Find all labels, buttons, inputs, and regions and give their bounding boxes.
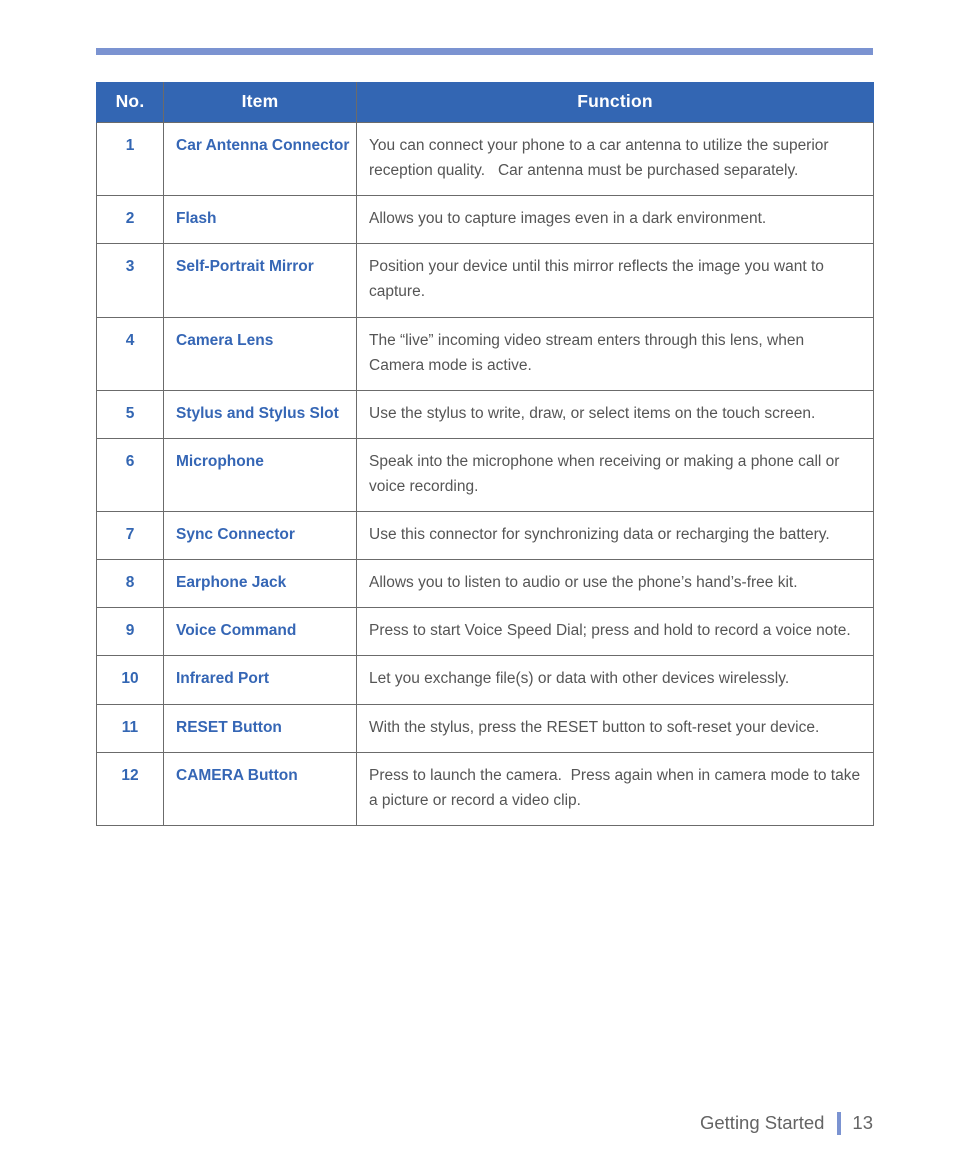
table-row: 2 Flash Allows you to capture images even … <box>96 195 874 244</box>
cell-function: Position your device until this mirror r… <box>356 243 874 318</box>
page-footer: Getting Started 13 <box>700 1108 873 1138</box>
table-row: 3 Self-Portrait Mirror Position your devic… <box>96 243 874 318</box>
footer-section-title: Getting Started <box>699 1111 825 1133</box>
footer-page-number: 13 <box>852 1111 873 1133</box>
table-row: 8 Earphone Jack Allows you to listen to au… <box>96 559 874 608</box>
cell-item: Microphone <box>163 438 357 512</box>
cell-item: Flash <box>163 195 357 244</box>
cell-item: Infrared Port <box>163 655 357 705</box>
table-row: 1 Car Antenna Connector You can connect yo… <box>96 122 874 196</box>
cell-no: 11 <box>96 704 164 753</box>
table-row: 9 Voice Command Press to start Voice Speed… <box>96 607 874 656</box>
device-parts-table: No. Item Function 1 Car Antenna Connector… <box>96 82 874 826</box>
cell-function: You can connect your phone to a car ante… <box>356 122 874 196</box>
cell-item: Camera Lens <box>163 317 357 391</box>
cell-no: 8 <box>96 559 164 608</box>
cell-function: With the stylus, press the RESET button … <box>356 704 874 753</box>
table-row: 7 Sync Connector Use this connector for sy… <box>96 511 874 560</box>
table-row: 10 Infrared Port Let you exchange file(s) … <box>96 655 874 705</box>
top-accent-rule <box>96 48 873 55</box>
table-row: 4 Camera Lens The “live” incoming video st… <box>96 317 874 391</box>
cell-function: Speak into the microphone when receiving… <box>356 438 874 512</box>
cell-item: RESET Button <box>163 704 357 753</box>
column-header-no: No. <box>96 82 164 123</box>
table-header-row: No. Item Function <box>96 82 874 123</box>
cell-function: Use this connector for synchronizing dat… <box>356 511 874 560</box>
cell-item: Voice Command <box>163 607 357 656</box>
cell-no: 6 <box>96 438 164 512</box>
cell-item: Stylus and Stylus Slot <box>163 390 357 439</box>
table-header: No. Item Function <box>96 82 874 123</box>
table-body: 1 Car Antenna Connector You can connect yo… <box>96 122 874 826</box>
cell-function: The “live” incoming video stream enters … <box>356 317 874 391</box>
cell-no: 10 <box>96 655 164 705</box>
table-row: 11 RESET Button With the stylus, press the… <box>96 704 874 753</box>
cell-function: Press to start Voice Speed Dial; press a… <box>356 607 874 656</box>
cell-function: Let you exchange file(s) or data with ot… <box>356 655 874 705</box>
document-page: No. Item Function 1 Car Antenna Connector… <box>0 0 954 1173</box>
cell-no: 4 <box>96 317 164 391</box>
cell-no: 1 <box>96 122 164 196</box>
table-row: 5 Stylus and Stylus Slot Use the stylus to… <box>96 390 874 439</box>
table-row: 12 CAMERA Button Press to launch the camer… <box>96 752 874 826</box>
cell-item: Car Antenna Connector <box>163 122 357 196</box>
cell-no: 9 <box>96 607 164 656</box>
cell-no: 7 <box>96 511 164 560</box>
column-header-item: Item <box>163 82 357 123</box>
cell-function: Allows you to listen to audio or use the… <box>356 559 874 608</box>
cell-no: 5 <box>96 390 164 439</box>
cell-item: CAMERA Button <box>163 752 357 826</box>
column-header-function: Function <box>356 82 874 123</box>
cell-item: Earphone Jack <box>163 559 357 608</box>
cell-item: Self-Portrait Mirror <box>163 243 357 318</box>
cell-function: Press to launch the camera. Press again … <box>356 752 874 826</box>
cell-item: Sync Connector <box>163 511 357 560</box>
cell-no: 12 <box>96 752 164 826</box>
cell-no: 3 <box>96 243 164 318</box>
table-row: 6 Microphone Speak into the microphone whe… <box>96 438 874 512</box>
cell-function: Use the stylus to write, draw, or select… <box>356 390 874 439</box>
footer-separator-bar <box>837 1111 842 1135</box>
cell-function: Allows you to capture images even in a d… <box>356 195 874 244</box>
cell-no: 2 <box>96 195 164 244</box>
